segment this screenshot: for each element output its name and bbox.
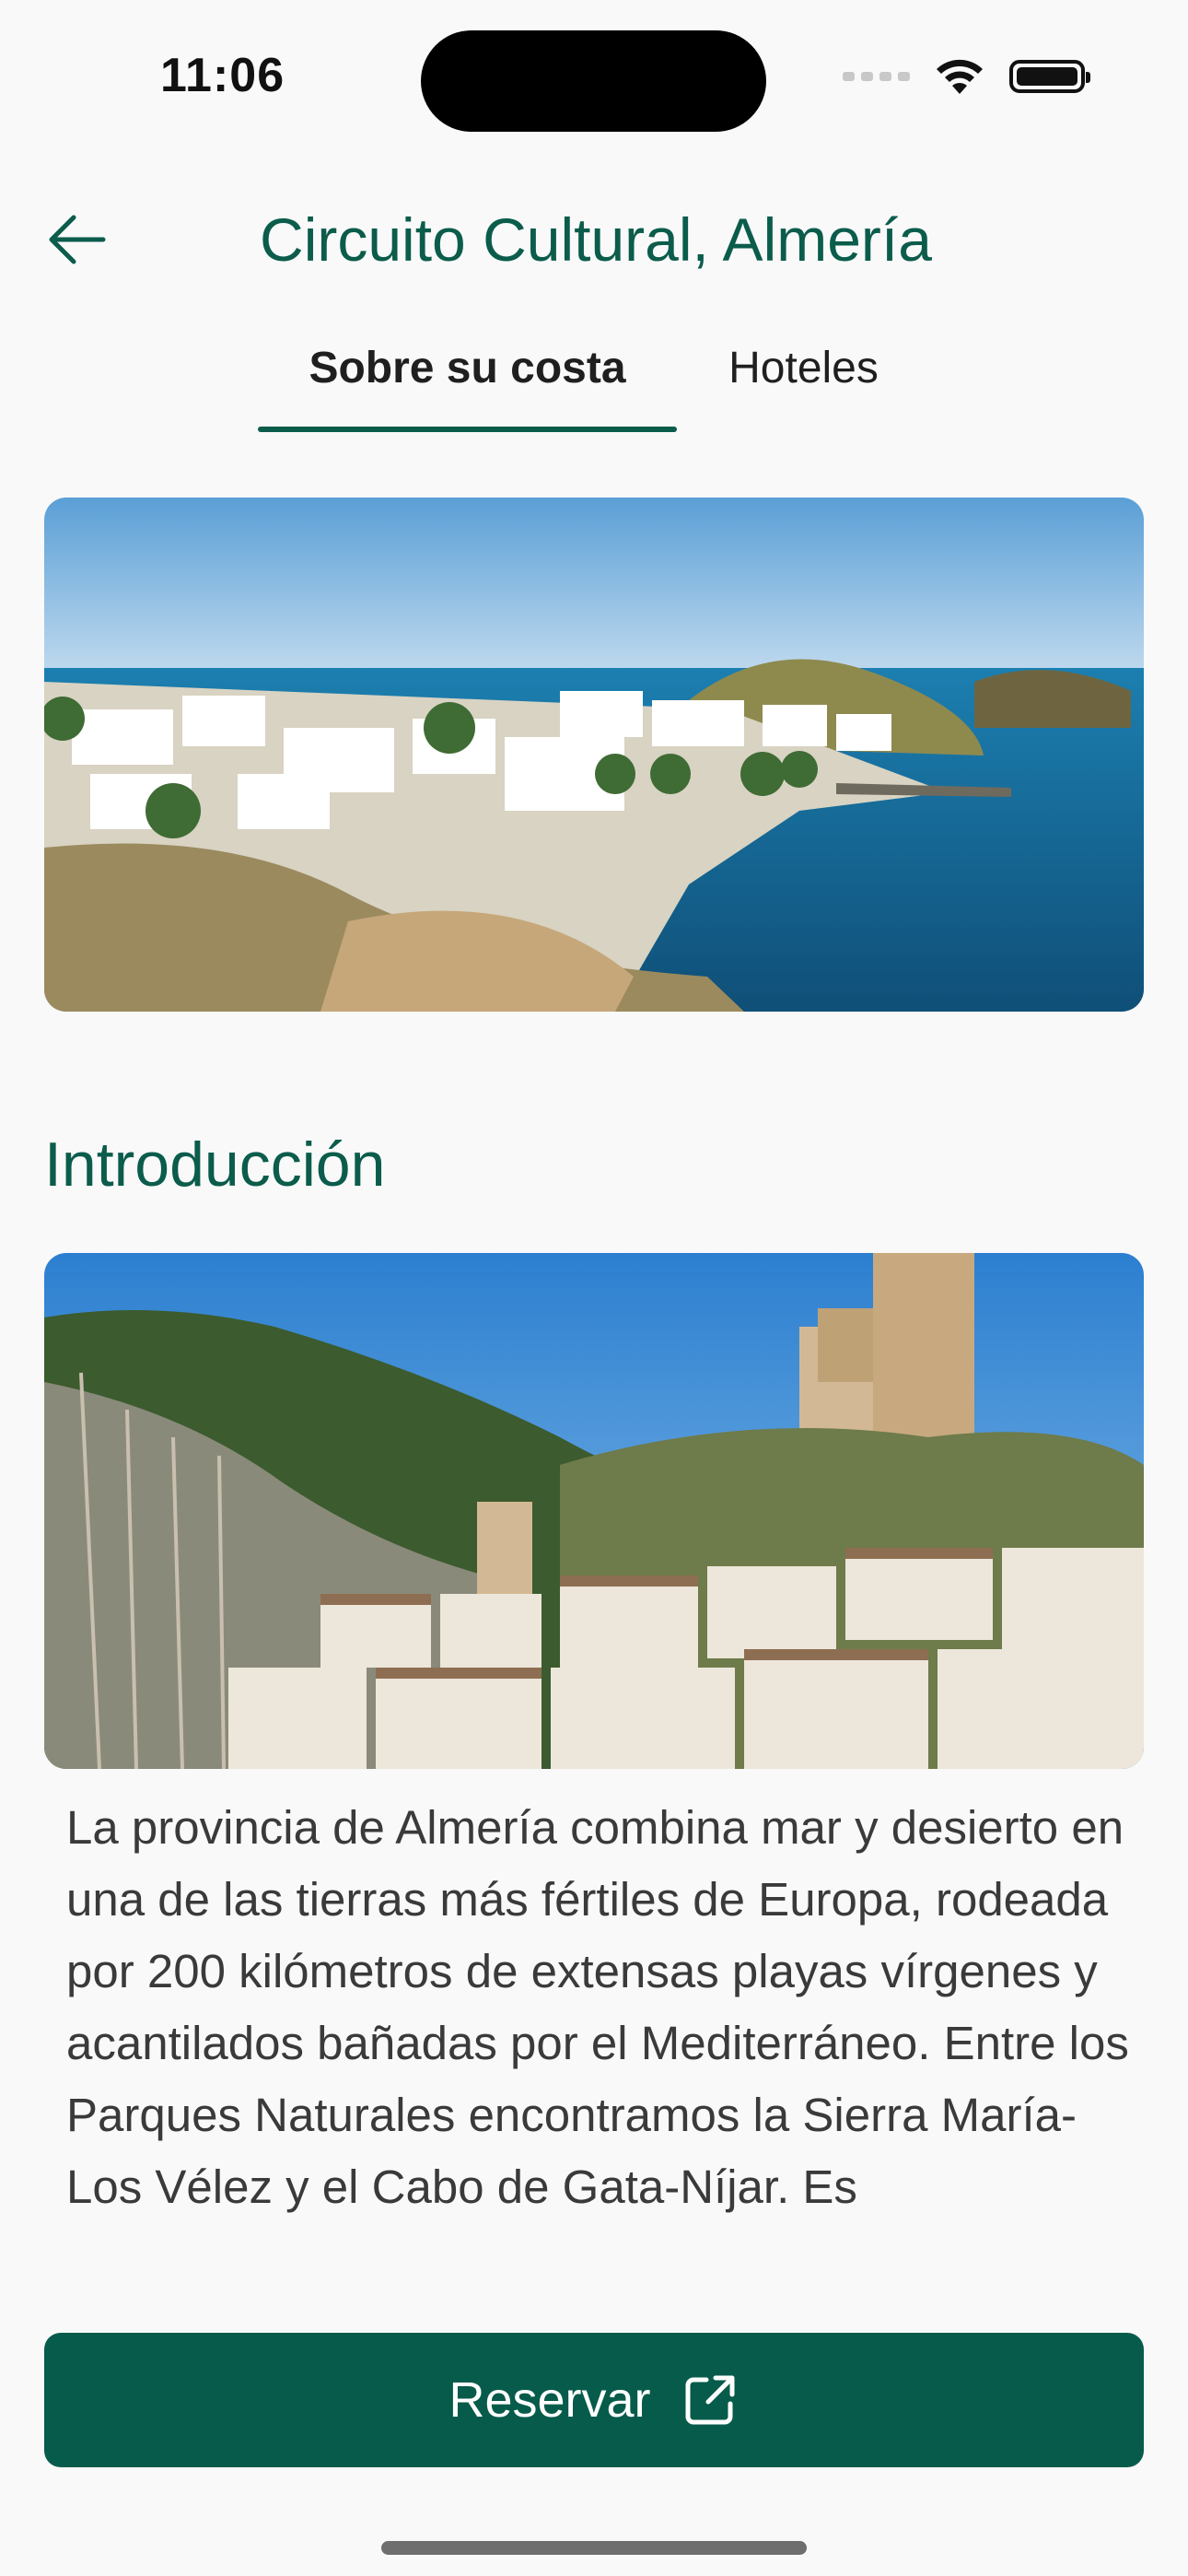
section-heading-introduccion: Introducción (44, 1130, 386, 1200)
intro-text: La provincia de Almería combina mar y de… (66, 1801, 1129, 2213)
wifi-icon (937, 59, 983, 94)
external-link-icon (685, 2375, 735, 2425)
battery-icon (1009, 60, 1090, 93)
home-indicator[interactable] (381, 2541, 807, 2555)
page-title: Circuito Cultural, Almería (260, 205, 932, 274)
active-tab-indicator (258, 427, 677, 432)
dynamic-island (421, 30, 766, 132)
tab-bar: Sobre su costa Hoteles (0, 343, 1188, 435)
castle-village-photo (44, 1253, 1144, 1769)
reserve-button-label: Reservar (448, 2372, 651, 2428)
status-time: 11:06 (160, 49, 285, 102)
status-icons (843, 57, 1090, 96)
tab-hoteles[interactable]: Hoteles (700, 343, 907, 426)
coast-photo (44, 498, 1144, 1012)
reserve-button[interactable]: Reservar (44, 2333, 1144, 2467)
cellular-signal-icon (843, 72, 910, 81)
tab-sobre-su-costa[interactable]: Sobre su costa (258, 343, 677, 426)
